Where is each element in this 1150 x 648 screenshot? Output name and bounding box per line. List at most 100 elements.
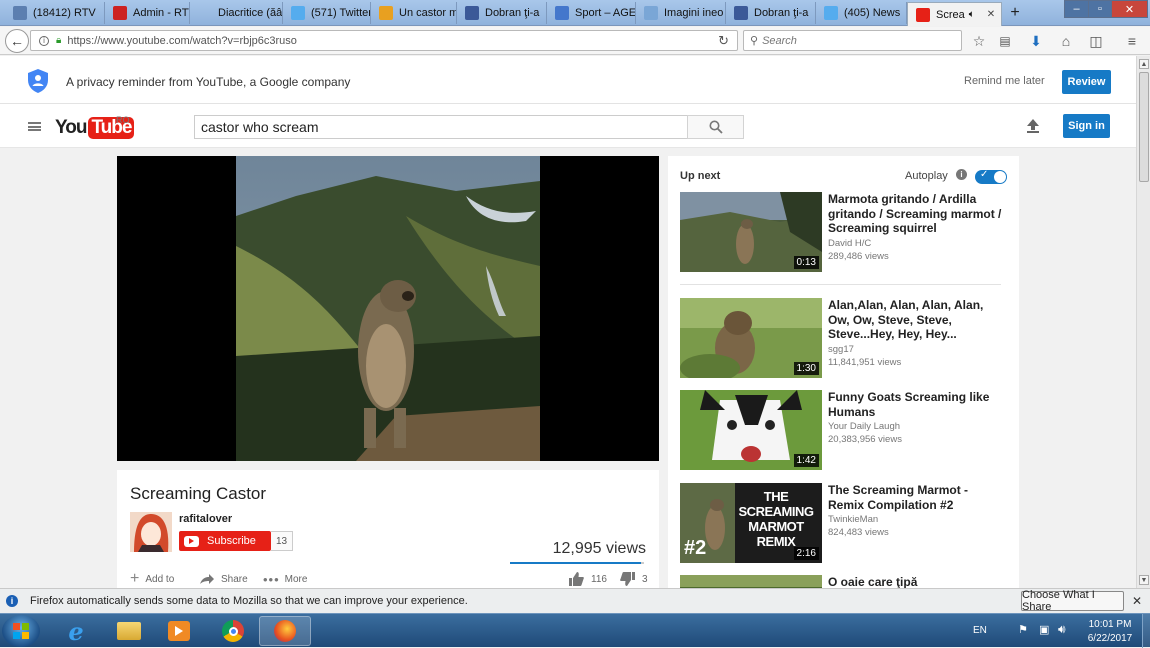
browser-tab[interactable]: Dobran ţi-a	[457, 2, 547, 24]
tray-network-icon[interactable]: ▣	[1039, 623, 1049, 636]
dislike-button[interactable]: 3	[620, 570, 648, 588]
page-scrollbar[interactable]: ▲ ▼	[1136, 56, 1150, 588]
taskbar-chrome[interactable]	[207, 616, 259, 646]
pocket-icon[interactable]: ◫	[1087, 32, 1105, 50]
up-next-item[interactable]: 0:13 Marmota gritando / Ardilla gritando…	[680, 192, 1010, 274]
start-button[interactable]	[2, 615, 40, 647]
video-thumbnail[interactable]: 0:13	[680, 192, 822, 272]
search-query: castor who scream	[201, 119, 319, 135]
browser-tab[interactable]: Dobran ţi-a	[726, 2, 816, 24]
tab-label: Screa	[936, 8, 965, 21]
subscribe-button[interactable]: Subscribe	[179, 531, 271, 551]
share-button[interactable]: Share	[199, 570, 248, 588]
remind-later-link[interactable]: Remind me later	[964, 75, 1045, 87]
browser-search-box[interactable]: ⚲ Search	[743, 30, 962, 51]
minimize-button[interactable]: –	[1064, 0, 1089, 18]
subscriber-count: 13	[271, 531, 293, 551]
video-player[interactable]	[117, 156, 659, 461]
video-views: 289,486 views	[828, 251, 889, 262]
scroll-up-arrow[interactable]: ▲	[1139, 59, 1149, 69]
youtube-search-button[interactable]	[687, 115, 744, 139]
home-icon[interactable]: ⌂	[1057, 32, 1075, 50]
scroll-down-arrow[interactable]: ▼	[1139, 575, 1149, 585]
tab-label: Admin - RTV	[133, 7, 190, 19]
up-next-item[interactable]: THE SCREAMING MARMOT REMIX #2 2:16 The S…	[680, 483, 1010, 565]
browser-tab[interactable]: (405) News	[816, 2, 907, 24]
taskbar-internet-explorer[interactable]: e	[50, 616, 102, 646]
sign-in-button[interactable]: Sign in	[1063, 114, 1110, 138]
chrome-icon	[222, 620, 244, 642]
taskbar-file-explorer[interactable]	[103, 616, 155, 646]
facebook-icon	[734, 6, 748, 20]
browser-tab[interactable]: Un castor m	[371, 2, 457, 24]
review-button[interactable]: Review	[1062, 70, 1111, 94]
tab-label: Diacritice (ăâîșț)	[218, 7, 283, 19]
autoplay-toggle[interactable]: ✓	[975, 169, 1007, 184]
more-button[interactable]: ••• More	[263, 570, 307, 588]
guide-menu-icon[interactable]	[28, 122, 41, 131]
show-desktop-button[interactable]	[1142, 614, 1150, 648]
add-to-button[interactable]: + Add to	[130, 570, 174, 588]
reload-icon[interactable]: ↻	[718, 33, 729, 49]
video-title-link[interactable]: Alan,Alan, Alan, Alan, Alan, Ow, Ow, Ste…	[828, 298, 1006, 342]
back-button[interactable]: ←	[5, 29, 29, 53]
taskbar-firefox[interactable]	[259, 616, 311, 646]
browser-tab[interactable]: (18412) RTV	[5, 2, 105, 24]
url-bar[interactable]: i 🔒︎ https://www.youtube.com/watch?v=rbj…	[30, 30, 738, 51]
language-indicator[interactable]: EN	[973, 625, 987, 636]
youtube-search-input[interactable]: castor who scream	[194, 115, 688, 139]
up-next-item[interactable]: 1:42 Funny Goats Screaming like Humans Y…	[680, 390, 1010, 472]
scroll-thumb[interactable]	[1139, 72, 1149, 182]
maximize-button[interactable]: ▫	[1088, 0, 1112, 18]
up-next-item[interactable]: O oaie care ţipă	[680, 575, 1010, 588]
browser-tab[interactable]: Sport – AGE	[547, 2, 636, 24]
browser-tab[interactable]: Diacritice (ăâîșț)	[190, 2, 283, 24]
like-button[interactable]: 116	[569, 570, 607, 588]
speaker-icon[interactable]: 🔈︎	[969, 9, 975, 20]
video-title-link[interactable]: Marmota gritando / Ardilla gritando / Sc…	[828, 192, 1006, 236]
video-channel[interactable]: Your Daily Laugh	[828, 421, 900, 432]
info-icon[interactable]: i	[39, 35, 49, 46]
video-thumbnail[interactable]	[680, 575, 822, 588]
youtube-header: You Tube RO castor who scream Sign in	[0, 104, 1136, 148]
clock-time[interactable]: 10:01 PM	[1083, 619, 1137, 630]
thumbs-down-icon	[620, 572, 635, 586]
browser-tab[interactable]: (571) Twitter	[283, 2, 371, 24]
privacy-banner: A privacy reminder from YouTube, a Googl…	[0, 56, 1136, 104]
like-ratio-bar	[510, 562, 644, 564]
taskbar-media-player[interactable]	[153, 616, 205, 646]
video-title-link[interactable]: O oaie care ţipă	[828, 575, 1006, 588]
video-title-link[interactable]: Funny Goats Screaming like Humans	[828, 390, 1006, 419]
menu-hamburger-icon[interactable]: ≡	[1123, 32, 1141, 50]
close-window-button[interactable]: ✕	[1111, 0, 1148, 18]
share-label: Share	[221, 573, 248, 585]
close-notification-icon[interactable]: ✕	[1132, 594, 1142, 608]
star-bookmark-icon[interactable]: ☆	[970, 32, 988, 50]
like-ratio-fill	[510, 562, 641, 564]
browser-tab[interactable]: Admin - RTV	[105, 2, 190, 24]
up-next-item[interactable]: 1:30 Alan,Alan, Alan, Alan, Alan, Ow, Ow…	[680, 298, 1010, 380]
reading-list-icon[interactable]: ▤	[996, 32, 1014, 50]
video-channel[interactable]: sgg17	[828, 344, 854, 355]
choose-what-i-share-button[interactable]: Choose What I Share	[1021, 589, 1124, 613]
new-tab-button[interactable]: +	[1004, 3, 1026, 23]
video-thumbnail[interactable]: 1:30	[680, 298, 822, 378]
clock-date[interactable]: 6/22/2017	[1083, 633, 1137, 644]
video-channel[interactable]: TwinkieMan	[828, 514, 878, 525]
channel-avatar[interactable]	[130, 512, 172, 552]
browser-tab[interactable]: Screa 🔈︎ ✕	[907, 2, 1002, 26]
video-thumbnail[interactable]: 1:42	[680, 390, 822, 470]
close-tab-icon[interactable]: ✕	[987, 9, 995, 20]
downloads-icon[interactable]: ⬇	[1027, 32, 1045, 50]
channel-name[interactable]: rafitalover	[179, 513, 232, 525]
video-thumbnail[interactable]: THE SCREAMING MARMOT REMIX #2 2:16	[680, 483, 822, 563]
video-title-link[interactable]: The Screaming Marmot - Remix Compilation…	[828, 483, 1006, 512]
tray-flag-icon[interactable]: ⚑	[1018, 623, 1028, 636]
video-channel[interactable]: David H/C	[828, 238, 871, 249]
browser-tab[interactable]: Imagini ineo	[636, 2, 726, 24]
pencil-icon	[379, 6, 393, 20]
autoplay-info-icon[interactable]: i	[956, 169, 967, 180]
internet-explorer-icon: e	[68, 616, 84, 646]
tray-volume-icon[interactable]: 🔊︎	[1058, 622, 1066, 637]
upload-icon[interactable]	[1025, 118, 1041, 134]
